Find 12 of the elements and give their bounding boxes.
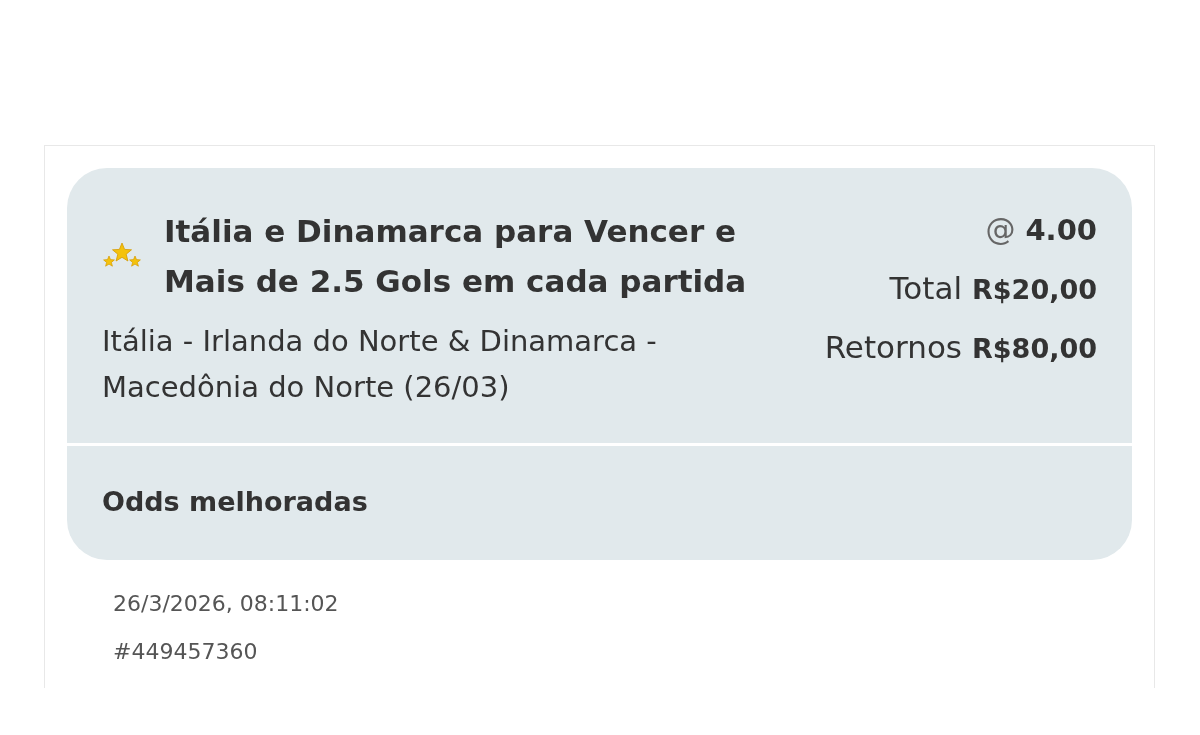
amount-label: Total: [889, 269, 962, 308]
odds-symbol: @: [985, 211, 1016, 249]
amount-value: R$80,00: [972, 332, 1097, 366]
odds-value: 4.00: [1025, 212, 1097, 249]
amount-value: R$20,00: [972, 273, 1097, 307]
bet-title: Itália e Dinamarca para Vencer e Mais de 2.5 Gols em cada partida: [164, 212, 748, 301]
match-description: Itália - Irlanda do Norte & Dinamarca - Macedônia do Norte (26/03): [102, 323, 658, 406]
bet-reference: #449457360: [113, 638, 258, 666]
boost-label: Odds melhoradas: [102, 485, 369, 519]
amount-label: Retornos: [824, 328, 962, 367]
stars-icon: [102, 242, 142, 270]
bet-timestamp: 26/3/2026, 08:11:02: [113, 590, 339, 618]
